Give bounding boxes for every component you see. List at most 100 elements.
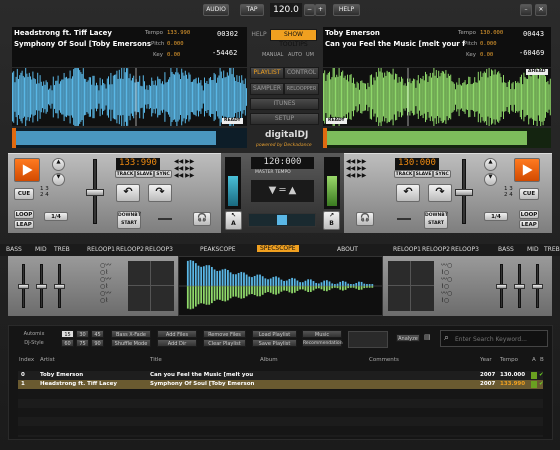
- deck-a-nudge-back[interactable]: ↶: [116, 184, 140, 202]
- tab-specscope[interactable]: SPECSCOPE: [257, 245, 299, 252]
- fx-mid-a[interactable]: MID: [35, 246, 47, 253]
- deck-a-leap-button[interactable]: LEAP: [14, 220, 34, 229]
- deck-b-pitch-up[interactable]: ▲: [484, 158, 497, 171]
- deck-a-overview[interactable]: [12, 128, 247, 148]
- deck-b-xy-pad[interactable]: [388, 261, 434, 311]
- reloop-a-presets[interactable]: ○〰 ○⌇ ○〰 ○⌇ ○〰 ○⌇: [100, 262, 111, 304]
- tab-sampler[interactable]: SAMPLER: [250, 83, 284, 95]
- tab-reloopper[interactable]: RELOOPPER: [284, 83, 319, 95]
- deck-b-sync-button[interactable]: SYNC: [433, 170, 451, 178]
- deck-b-pitch-down[interactable]: ▼: [484, 173, 497, 186]
- table-row[interactable]: 1 Headstrong ft. Tiff Lacey Symphony Of …: [18, 380, 544, 389]
- add-dir-button[interactable]: Add Dir: [157, 339, 197, 347]
- deck-a-loop-button[interactable]: LOOP: [14, 210, 34, 219]
- col-album[interactable]: Album: [260, 357, 278, 363]
- fx-reloop1-b[interactable]: RELOOP1: [393, 246, 421, 253]
- tab-itunes[interactable]: ITUNES: [250, 98, 319, 110]
- deck-a-pitch-down[interactable]: ▼: [52, 173, 65, 186]
- eq-treb-a-knob[interactable]: [54, 284, 65, 289]
- deck-a-track-button[interactable]: TRACK: [115, 170, 135, 178]
- deck-b-slave-button[interactable]: SLAVE: [414, 170, 433, 178]
- deck-a-pitch-fader-knob[interactable]: [86, 189, 104, 196]
- deck-a-loop-length[interactable]: 1/4: [44, 212, 68, 221]
- tab-setup[interactable]: SETUP: [250, 113, 319, 125]
- deck-b-pitch-fader-knob[interactable]: [455, 189, 473, 196]
- col-title[interactable]: Title: [150, 357, 162, 363]
- col-comments[interactable]: Comments: [369, 357, 399, 363]
- audio-button[interactable]: AUDIO: [203, 4, 229, 16]
- deck-b-overview[interactable]: [323, 128, 551, 148]
- fx-reloop1-a[interactable]: RELOOP1: [87, 246, 115, 253]
- fx-reloop3-b[interactable]: RELOOP3: [451, 246, 479, 253]
- bpm-minus-button[interactable]: −: [304, 4, 315, 16]
- recommendation-button[interactable]: Recommendation: [302, 339, 343, 347]
- tab-control[interactable]: CONTROL: [284, 67, 319, 79]
- crossfader-assign-b[interactable]: ↗ B: [323, 211, 340, 230]
- djstyle-label[interactable]: DJ-Style: [14, 339, 54, 347]
- fx-treb-b[interactable]: TREB: [544, 246, 560, 253]
- deck-a-slave-button[interactable]: SLAVE: [135, 170, 154, 178]
- deck-a-cue-points[interactable]: 1 32 4: [40, 186, 49, 198]
- col-index[interactable]: Index: [19, 357, 34, 363]
- deck-a-pitch-up[interactable]: ▲: [52, 158, 65, 171]
- clear-playlist-button[interactable]: Clear Playlist: [203, 339, 246, 347]
- deck-a-waveform[interactable]: [12, 68, 247, 126]
- automix-90[interactable]: 90: [91, 339, 104, 347]
- um-mode[interactable]: UM: [306, 52, 314, 58]
- fx-bass-b[interactable]: BASS: [498, 246, 514, 253]
- table-row[interactable]: 0 Toby Emerson Can you Feel the Music [m…: [18, 371, 544, 380]
- deck-b-track-button[interactable]: TRACK: [394, 170, 414, 178]
- tab-peakscope[interactable]: PEAKSCOPE: [200, 246, 236, 253]
- deck-a-load-indicator[interactable]: [531, 372, 537, 379]
- deck-b-leap-button[interactable]: LEAP: [519, 220, 539, 229]
- center-help[interactable]: HELP: [250, 30, 268, 42]
- deck-a-cue-button[interactable]: CUE: [14, 188, 34, 200]
- col-artist[interactable]: Artist: [40, 357, 55, 363]
- fx-reloop3-a[interactable]: RELOOP3: [145, 246, 173, 253]
- automix-75[interactable]: 75: [76, 339, 89, 347]
- deck-b-nudge-back[interactable]: ↶: [396, 184, 420, 202]
- eq-treb-b-knob[interactable]: [532, 284, 543, 289]
- fx-mid-b[interactable]: MID: [527, 246, 539, 253]
- bpm-plus-button[interactable]: +: [315, 4, 326, 16]
- crossfader-assign-a[interactable]: ↖ A: [225, 211, 242, 230]
- deck-b-loop-button[interactable]: LOOP: [519, 210, 539, 219]
- check-icon[interactable]: ✔: [539, 380, 544, 389]
- deck-b-cue-points[interactable]: 1 32 4: [504, 186, 513, 198]
- col-b[interactable]: B: [540, 357, 544, 363]
- tab-about[interactable]: ABOUT: [337, 246, 358, 253]
- col-tempo[interactable]: Tempo: [500, 357, 518, 363]
- help-button[interactable]: HELP: [333, 4, 360, 16]
- reloop-b-presets[interactable]: 〰○ ⌇○ 〰○ ⌇○ 〰○ ⌇○: [441, 262, 452, 304]
- bass-xfade-button[interactable]: Bass X-Fade: [111, 330, 151, 338]
- music-button[interactable]: Music: [302, 330, 342, 338]
- deck-b-loop-length[interactable]: 1/4: [484, 212, 508, 221]
- crossfader[interactable]: [248, 213, 316, 227]
- automix-60[interactable]: 60: [61, 339, 74, 347]
- eq-mid-b-knob[interactable]: [514, 284, 525, 289]
- shuffle-mode-button[interactable]: Shuffle Mode: [111, 339, 151, 347]
- save-playlist-button[interactable]: Save Playlist: [252, 339, 297, 347]
- eq-bass-a-knob[interactable]: [18, 284, 29, 289]
- deck-b-waveform[interactable]: [323, 68, 551, 126]
- fx-treb-a[interactable]: TREB: [54, 246, 70, 253]
- deck-a-xy-pad[interactable]: [128, 261, 174, 311]
- deck-b-play-button[interactable]: [514, 158, 540, 182]
- view-toggle-group[interactable]: [348, 331, 388, 348]
- check-icon[interactable]: ✔: [539, 371, 544, 380]
- load-playlist-button[interactable]: Load Playlist: [252, 330, 297, 338]
- deck-a-headphones[interactable]: 🎧: [193, 212, 211, 226]
- deck-a-nudge-forward[interactable]: ↷: [148, 184, 172, 202]
- remove-files-button[interactable]: Remove Files: [203, 330, 246, 338]
- deck-a-downbeat-start[interactable]: DOWNBT START: [117, 211, 141, 229]
- tab-playlist[interactable]: PLAYLIST: [250, 67, 284, 79]
- deck-b-downbeat-start[interactable]: DOWNBT START: [424, 211, 448, 229]
- deck-b-headphones[interactable]: 🎧: [356, 212, 374, 226]
- close-button[interactable]: ✕: [535, 4, 547, 16]
- deck-a-load-indicator[interactable]: [531, 381, 537, 388]
- add-files-button[interactable]: Add Files: [157, 330, 197, 338]
- deck-b-cue-button[interactable]: CUE: [519, 188, 539, 200]
- deck-a-sync-button[interactable]: SYNC: [154, 170, 172, 178]
- show-tooltips-button[interactable]: SHOW TOOLTIPS: [270, 29, 317, 48]
- deck-a-loop-arrows[interactable]: ◀◀ ▶▶ ◀◀ ▶▶ ◀◀ ▶▶: [174, 158, 194, 179]
